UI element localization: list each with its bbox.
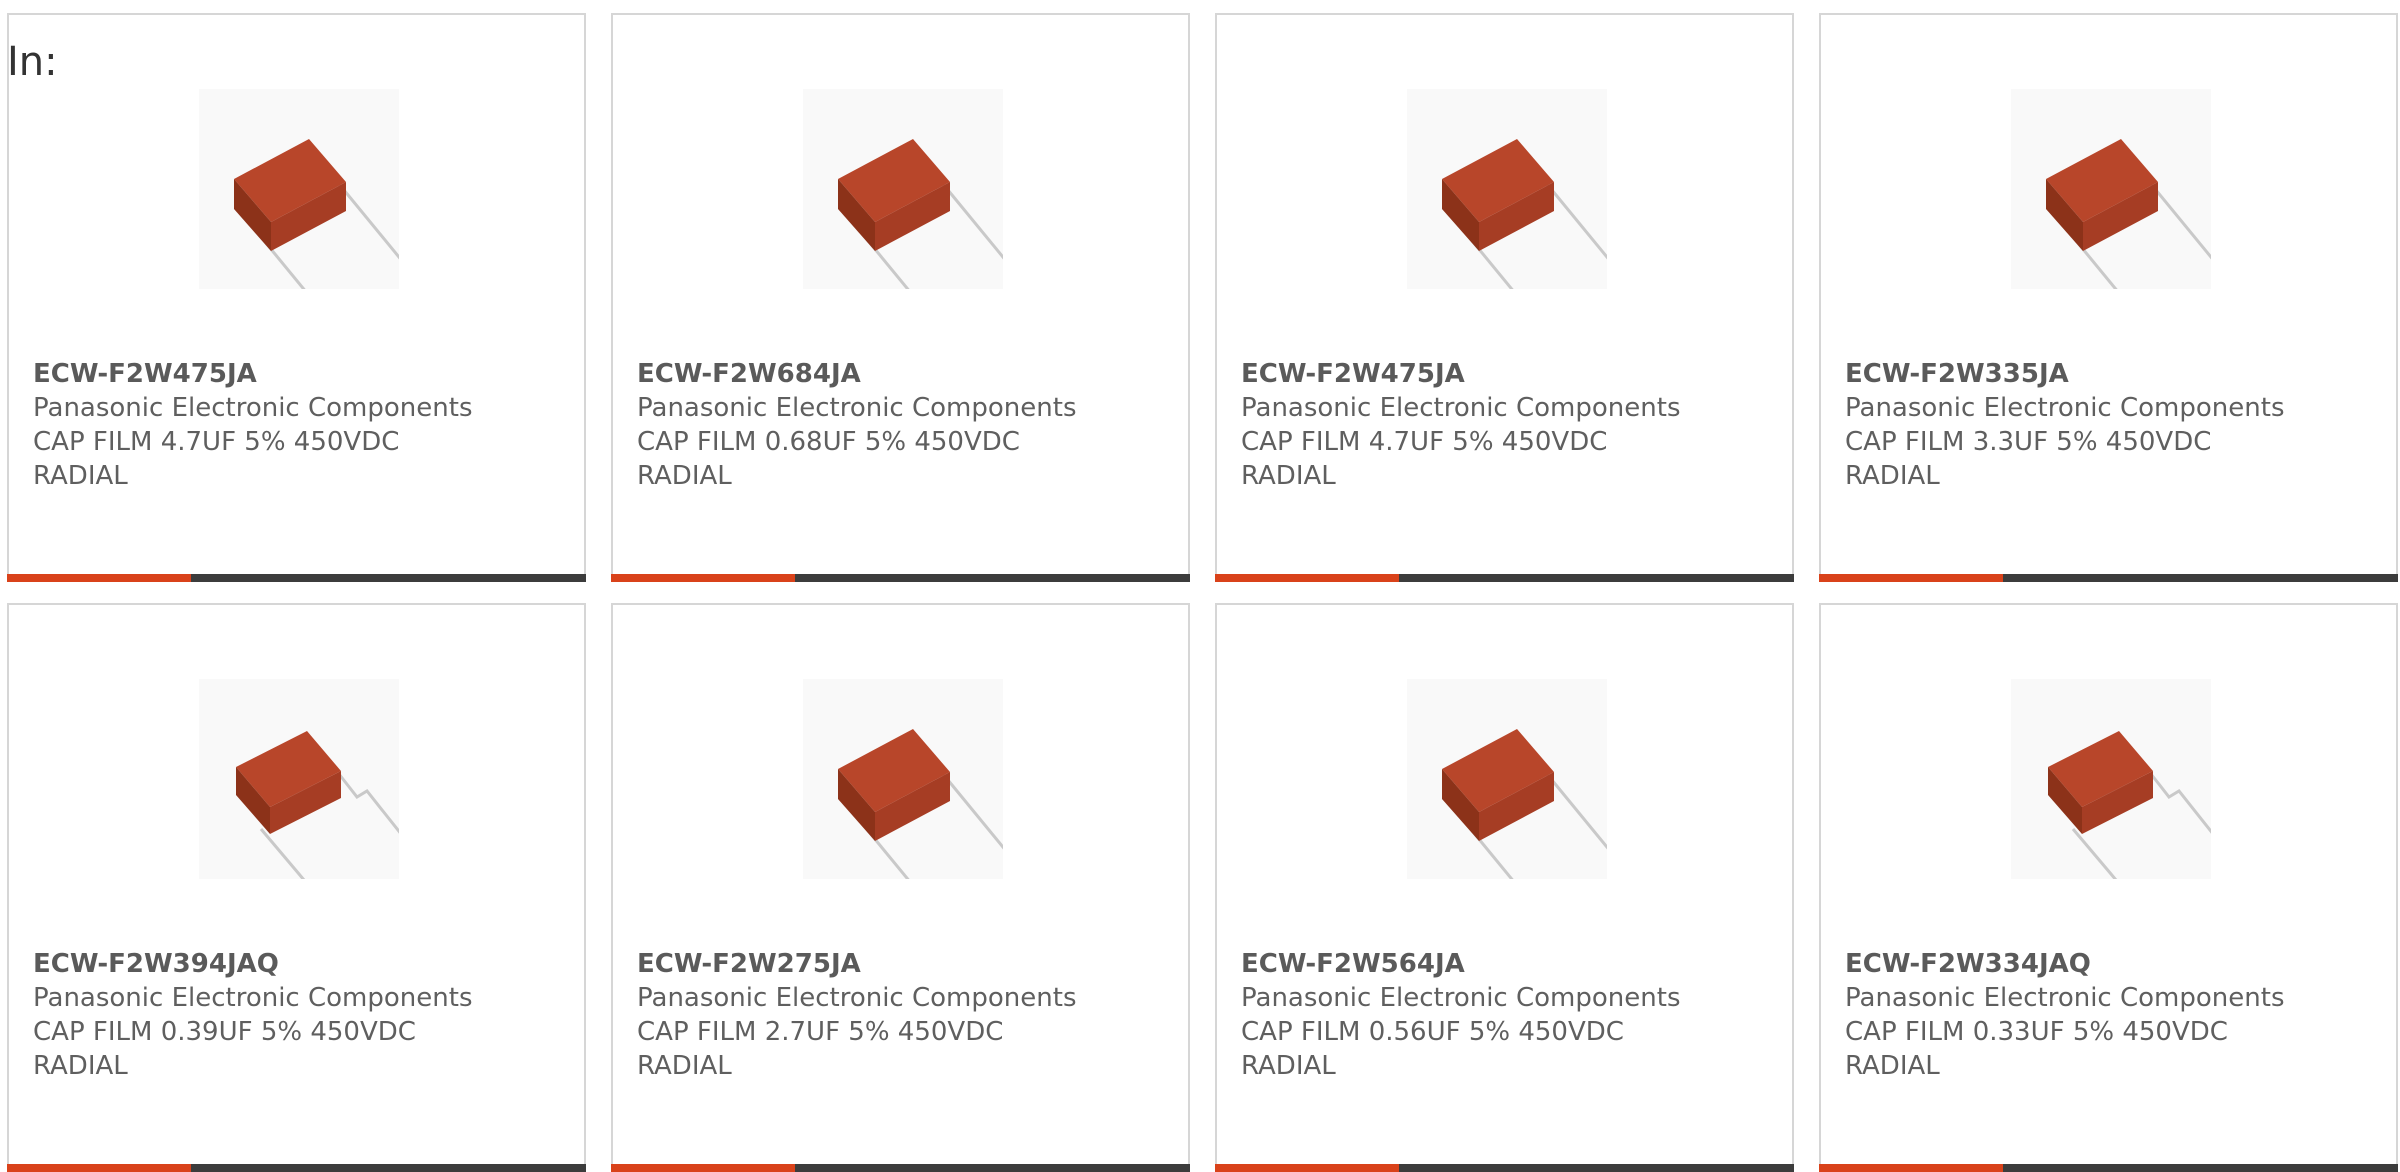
- description-package: RADIAL: [637, 461, 732, 491]
- manufacturer: Panasonic Electronic Components: [33, 393, 473, 423]
- film-capacitor-bent-lead-icon: [199, 679, 399, 879]
- manufacturer: Panasonic Electronic Components: [1241, 983, 1681, 1013]
- card-footer-bar: [7, 574, 586, 582]
- card-accent-bar: [1215, 574, 1399, 582]
- product-card[interactable]: ECW-F2W394JAQ Panasonic Electronic Compo…: [7, 603, 586, 1172]
- description: CAP FILM 0.68UF 5% 450VDC: [637, 427, 1020, 457]
- manufacturer: Panasonic Electronic Components: [1241, 393, 1681, 423]
- manufacturer: Panasonic Electronic Components: [637, 393, 1077, 423]
- card-footer-bar: [1215, 1164, 1794, 1172]
- description-package: RADIAL: [1241, 461, 1336, 491]
- card-accent-bar: [1819, 574, 2003, 582]
- description-package: RADIAL: [1845, 1051, 1940, 1081]
- film-capacitor-bent-lead-icon: [2011, 679, 2211, 879]
- product-card[interactable]: ECW-F2W335JA Panasonic Electronic Compon…: [1819, 13, 2398, 582]
- product-image[interactable]: [199, 679, 399, 879]
- description: CAP FILM 0.33UF 5% 450VDC: [1845, 1017, 2228, 1047]
- card-footer-bar: [7, 1164, 586, 1172]
- card-accent-bar: [7, 1164, 191, 1172]
- manufacturer: Panasonic Electronic Components: [637, 983, 1077, 1013]
- product-card[interactable]: ECW-F2W475JA Panasonic Electronic Compon…: [1215, 13, 1794, 582]
- description-package: RADIAL: [33, 461, 128, 491]
- product-card[interactable]: ECW-F2W334JAQ Panasonic Electronic Compo…: [1819, 603, 2398, 1172]
- manufacturer: Panasonic Electronic Components: [1845, 983, 2285, 1013]
- product-info: ECW-F2W684JA Panasonic Electronic Compon…: [637, 357, 1157, 493]
- product-image[interactable]: [2011, 89, 2211, 289]
- manufacturer: Panasonic Electronic Components: [33, 983, 473, 1013]
- part-number-link[interactable]: ECW-F2W335JA: [1845, 357, 2365, 391]
- product-info: ECW-F2W334JAQ Panasonic Electronic Compo…: [1845, 947, 2365, 1083]
- film-capacitor-icon: [803, 89, 1003, 289]
- description: CAP FILM 0.39UF 5% 450VDC: [33, 1017, 416, 1047]
- part-number-link[interactable]: ECW-F2W394JAQ: [33, 947, 553, 981]
- card-footer-bar: [611, 1164, 1190, 1172]
- product-image[interactable]: [1407, 679, 1607, 879]
- description-package: RADIAL: [33, 1051, 128, 1081]
- product-grid: ECW-F2W475JA Panasonic Electronic Compon…: [7, 13, 2400, 1172]
- product-image[interactable]: [1407, 89, 1607, 289]
- description: CAP FILM 3.3UF 5% 450VDC: [1845, 427, 2212, 457]
- product-card[interactable]: ECW-F2W564JA Panasonic Electronic Compon…: [1215, 603, 1794, 1172]
- description: CAP FILM 0.56UF 5% 450VDC: [1241, 1017, 1624, 1047]
- film-capacitor-icon: [1407, 89, 1607, 289]
- film-capacitor-icon: [803, 679, 1003, 879]
- film-capacitor-icon: [199, 89, 399, 289]
- description-package: RADIAL: [1845, 461, 1940, 491]
- product-info: ECW-F2W335JA Panasonic Electronic Compon…: [1845, 357, 2365, 493]
- description: CAP FILM 2.7UF 5% 450VDC: [637, 1017, 1004, 1047]
- filter-label: In:: [7, 39, 58, 85]
- card-footer-bar: [1215, 574, 1794, 582]
- product-info: ECW-F2W275JA Panasonic Electronic Compon…: [637, 947, 1157, 1083]
- part-number-link[interactable]: ECW-F2W475JA: [1241, 357, 1761, 391]
- product-image[interactable]: [199, 89, 399, 289]
- part-number-link[interactable]: ECW-F2W684JA: [637, 357, 1157, 391]
- description-package: RADIAL: [637, 1051, 732, 1081]
- product-info: ECW-F2W475JA Panasonic Electronic Compon…: [1241, 357, 1761, 493]
- product-info: ECW-F2W394JAQ Panasonic Electronic Compo…: [33, 947, 553, 1083]
- card-footer-bar: [611, 574, 1190, 582]
- card-footer-bar: [1819, 574, 2398, 582]
- description: CAP FILM 4.7UF 5% 450VDC: [1241, 427, 1608, 457]
- product-info: ECW-F2W475JA Panasonic Electronic Compon…: [33, 357, 553, 493]
- part-number-link[interactable]: ECW-F2W475JA: [33, 357, 553, 391]
- product-card[interactable]: ECW-F2W684JA Panasonic Electronic Compon…: [611, 13, 1190, 582]
- card-footer-bar: [1819, 1164, 2398, 1172]
- product-card[interactable]: ECW-F2W475JA Panasonic Electronic Compon…: [7, 13, 586, 582]
- film-capacitor-icon: [2011, 89, 2211, 289]
- product-image[interactable]: [803, 89, 1003, 289]
- product-image[interactable]: [2011, 679, 2211, 879]
- part-number-link[interactable]: ECW-F2W564JA: [1241, 947, 1761, 981]
- product-info: ECW-F2W564JA Panasonic Electronic Compon…: [1241, 947, 1761, 1083]
- card-accent-bar: [611, 574, 795, 582]
- card-accent-bar: [1819, 1164, 2003, 1172]
- description: CAP FILM 4.7UF 5% 450VDC: [33, 427, 400, 457]
- product-image[interactable]: [803, 679, 1003, 879]
- product-card[interactable]: ECW-F2W275JA Panasonic Electronic Compon…: [611, 603, 1190, 1172]
- card-accent-bar: [1215, 1164, 1399, 1172]
- card-accent-bar: [611, 1164, 795, 1172]
- manufacturer: Panasonic Electronic Components: [1845, 393, 2285, 423]
- part-number-link[interactable]: ECW-F2W334JAQ: [1845, 947, 2365, 981]
- part-number-link[interactable]: ECW-F2W275JA: [637, 947, 1157, 981]
- card-accent-bar: [7, 574, 191, 582]
- film-capacitor-icon: [1407, 679, 1607, 879]
- description-package: RADIAL: [1241, 1051, 1336, 1081]
